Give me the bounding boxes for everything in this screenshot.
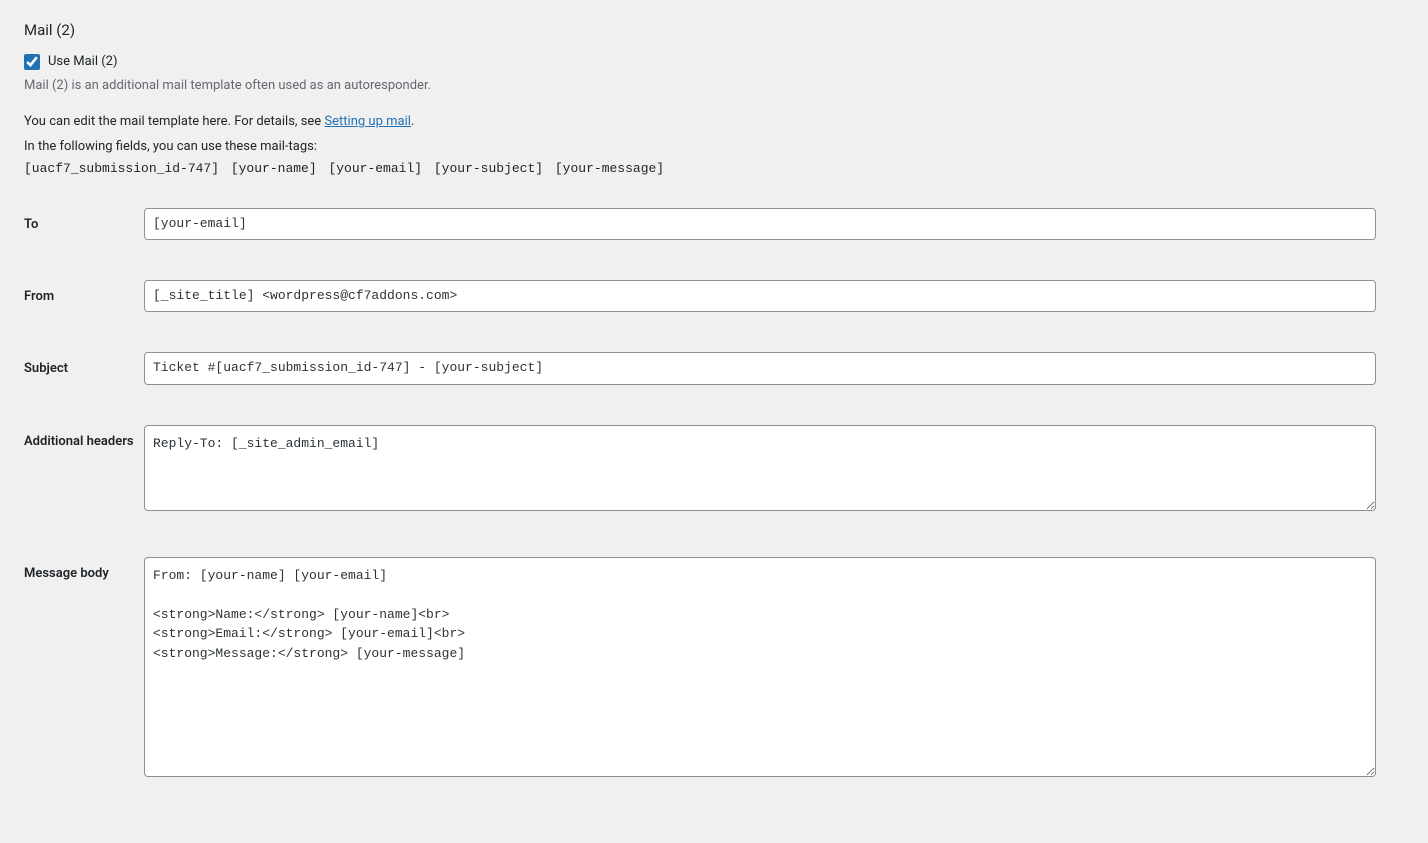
help-text-suffix: .: [411, 114, 414, 129]
mail2-title: Mail (2): [24, 20, 1376, 41]
subject-input[interactable]: [144, 352, 1376, 384]
message-body-label: Message body: [24, 557, 144, 583]
subject-label: Subject: [24, 352, 144, 378]
additional-headers-label: Additional headers: [24, 425, 144, 451]
from-label: From: [24, 280, 144, 306]
setting-up-mail-link[interactable]: Setting up mail: [324, 114, 410, 129]
mail-tags-intro: In the following fields, you can use the…: [24, 138, 1376, 156]
mail2-help-text: You can edit the mail template here. For…: [24, 113, 1376, 131]
mail-tags-list: [uacf7_submission_id-747] [your-name] [y…: [24, 160, 1376, 178]
help-text-prefix: You can edit the mail template here. For…: [24, 114, 324, 129]
message-body-textarea[interactable]: [144, 557, 1376, 777]
use-mail2-checkbox[interactable]: [24, 54, 40, 70]
use-mail2-label: Use Mail (2): [48, 53, 118, 71]
to-input[interactable]: [144, 208, 1376, 240]
to-label: To: [24, 208, 144, 234]
mail2-description: Mail (2) is an additional mail template …: [24, 77, 1376, 95]
additional-headers-textarea[interactable]: [144, 425, 1376, 511]
from-input[interactable]: [144, 280, 1376, 312]
